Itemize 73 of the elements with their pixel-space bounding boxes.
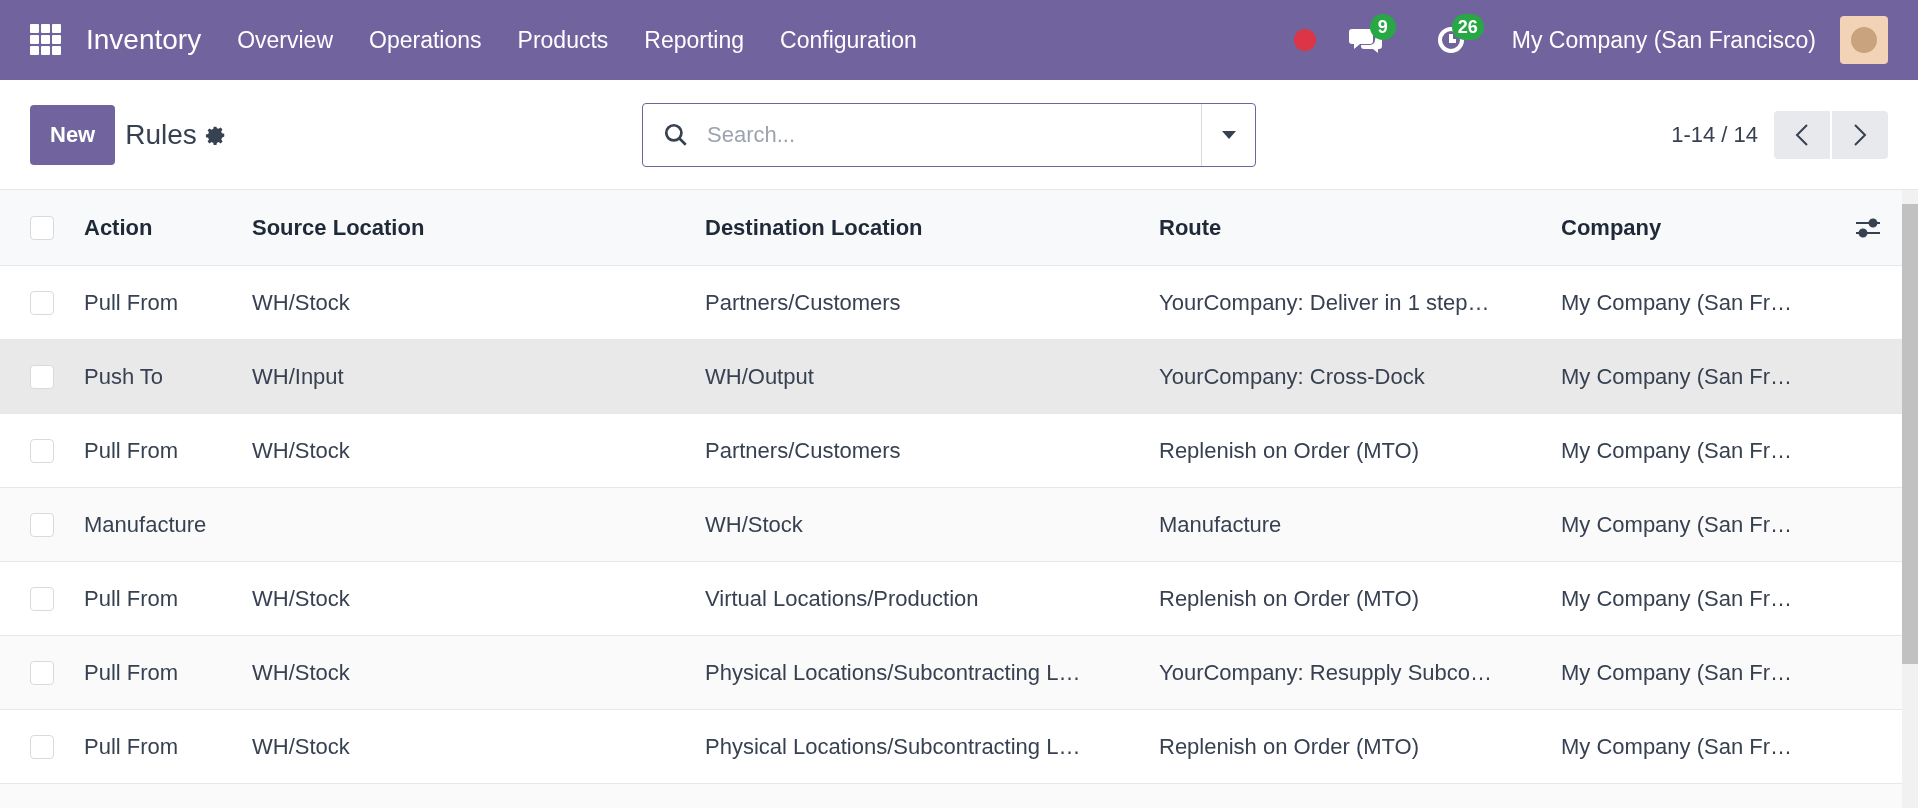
- next-button[interactable]: [1832, 110, 1888, 159]
- table-row[interactable]: Pull From WH/Stock Physical Locations/Subcontracting L… YourCompany: Resupply Subco… My Company (San Fr…: [0, 636, 1902, 710]
- table-cell: Pull From: [84, 660, 179, 685]
- activity-count-badge: 26: [1451, 14, 1484, 40]
- row-checkbox[interactable]: [30, 364, 54, 389]
- table-cell: Manufacture: [84, 512, 207, 537]
- table-cell: Push To: [84, 364, 164, 389]
- table-cell: My Company (San Fr…: [1561, 586, 1793, 611]
- table-cell: My Company (San Fr…: [1561, 364, 1793, 389]
- table-cell: WH/Input: [252, 364, 344, 389]
- column-header[interactable]: Action: [84, 215, 153, 240]
- previous-button[interactable]: [1774, 110, 1830, 159]
- table-cell: WH/Stock: [252, 438, 350, 463]
- column-header[interactable]: Company: [1561, 215, 1662, 240]
- caret-icon[interactable]: [1220, 129, 1237, 140]
- row-checkbox[interactable]: [30, 215, 54, 240]
- menu-item[interactable]: Operations: [351, 22, 500, 58]
- table-row[interactable]: Manufacture WH/Stock Manufacture My Company (San Fr…: [0, 488, 1902, 562]
- column-header[interactable]: Destination Location: [705, 215, 923, 240]
- row-checkbox[interactable]: [30, 586, 54, 611]
- table-cell: WH/Stock: [252, 734, 350, 759]
- table-cell: Physical Locations/Subcontracting L…: [705, 660, 1081, 685]
- table-cell: Partners/Customers: [705, 438, 901, 463]
- search-bar[interactable]: Search...: [642, 102, 1256, 167]
- table-cell: My Company (San Fr…: [1561, 734, 1793, 759]
- row-checkbox[interactable]: [30, 438, 54, 463]
- pager-value[interactable]: 1-14 / 14: [1671, 118, 1758, 151]
- table-cell: WH/Stock: [705, 512, 803, 537]
- table-cell: WH/Stock: [252, 586, 350, 611]
- table-cell: Partners/Customers: [705, 290, 901, 315]
- new-button[interactable]: New: [30, 104, 116, 165]
- table-cell: Replenish on Order (MTO): [1159, 586, 1419, 611]
- menu-item[interactable]: Configuration: [762, 22, 935, 58]
- company-switcher[interactable]: My Company (San Francisco): [1511, 22, 1816, 58]
- table-cell: Replenish on Order (MTO): [1159, 438, 1419, 463]
- row-checkbox[interactable]: [30, 290, 54, 315]
- page-title: Rules: [125, 117, 197, 152]
- table-cell: Virtual Locations/Production: [705, 586, 979, 611]
- search-field[interactable]: Search...: [707, 118, 1201, 151]
- table-cell: My Company (San Fr…: [1561, 660, 1793, 685]
- column-header[interactable]: Route: [1159, 215, 1222, 240]
- chevron-left-icon: [1795, 122, 1809, 147]
- menu-item[interactable]: Products: [499, 22, 627, 58]
- app-grid-icon[interactable]: [30, 24, 62, 56]
- table-cell: Pull From: [84, 734, 179, 759]
- table-cell: YourCompany: Cross-Dock: [1159, 364, 1425, 389]
- table-cell: Pull From: [84, 586, 179, 611]
- menu-item[interactable]: Reporting: [626, 22, 763, 58]
- table-cell: My Company (San Fr…: [1561, 438, 1793, 463]
- row-checkbox[interactable]: [30, 734, 54, 759]
- row-checkbox[interactable]: [30, 660, 54, 685]
- table-cell: WH/Stock: [252, 660, 350, 685]
- column-header[interactable]: Source Location: [252, 215, 425, 240]
- chevron-right-icon: [1853, 122, 1867, 147]
- table-cell: WH/Stock: [252, 290, 350, 315]
- table-cell: YourCompany: Resupply Subco…: [1159, 660, 1493, 685]
- scrollbar[interactable]: [1902, 190, 1918, 808]
- table-cell: My Company (San Fr…: [1561, 512, 1793, 537]
- row-checkbox[interactable]: [30, 512, 54, 537]
- table-cell: Manufacture: [1159, 512, 1282, 537]
- table-cell: WH/Output: [705, 364, 814, 389]
- message-count-badge: 9: [1369, 14, 1396, 40]
- table-cell: YourCompany: Deliver in 1 step…: [1159, 290, 1490, 315]
- table-cell: Replenish on Order (MTO): [1159, 734, 1419, 759]
- search-icon: [663, 121, 689, 148]
- table-cell: Pull From: [84, 290, 179, 315]
- table-cell: Physical Locations/Subcontracting L…: [705, 734, 1081, 759]
- user-avatar[interactable]: [1840, 16, 1888, 64]
- app-name[interactable]: Inventory: [86, 19, 202, 61]
- menu-item[interactable]: Overview: [219, 22, 352, 58]
- table-row[interactable]: Push To WH/Input WH/Output YourCompany: Cross-Dock My Company (San Fr…: [0, 340, 1902, 414]
- table-cell: My Company (San Fr…: [1561, 290, 1793, 315]
- table-cell: Pull From: [84, 438, 179, 463]
